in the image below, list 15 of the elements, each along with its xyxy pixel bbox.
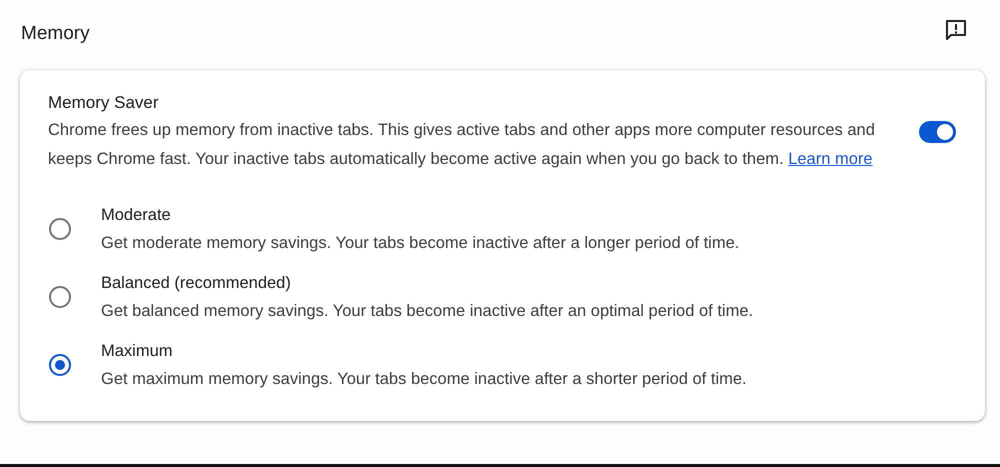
radio-button[interactable]	[49, 286, 71, 308]
option-description: Get moderate memory savings. Your tabs become inactive after a longer period of time.	[101, 232, 740, 254]
option-label: Balanced (recommended)	[101, 272, 292, 294]
option-description: Get balanced memory savings. Your tabs become inactive after an optimal period of time.	[101, 300, 754, 322]
radio-button[interactable]	[49, 218, 71, 240]
option-description: Get maximum memory savings. Your tabs become inactive after a shorter period of time.	[101, 368, 747, 390]
option-label: Maximum	[101, 340, 174, 362]
radio-button[interactable]	[49, 354, 71, 376]
setting-title: Memory Saver	[48, 92, 160, 114]
toggle-switch[interactable]	[919, 120, 956, 142]
option-label: Moderate	[101, 204, 172, 226]
feedback-icon[interactable]	[943, 17, 969, 43]
learn-more-link[interactable]: Learn more	[788, 150, 873, 168]
section-title: Memory	[21, 23, 90, 45]
setting-description: Chrome frees up memory from inactive tabs. This gives active tabs and other apps more computer resources and keeps Chrome fast. Your inactive tabs automatically become active again when you go back to them. Learn more	[48, 120, 876, 170]
